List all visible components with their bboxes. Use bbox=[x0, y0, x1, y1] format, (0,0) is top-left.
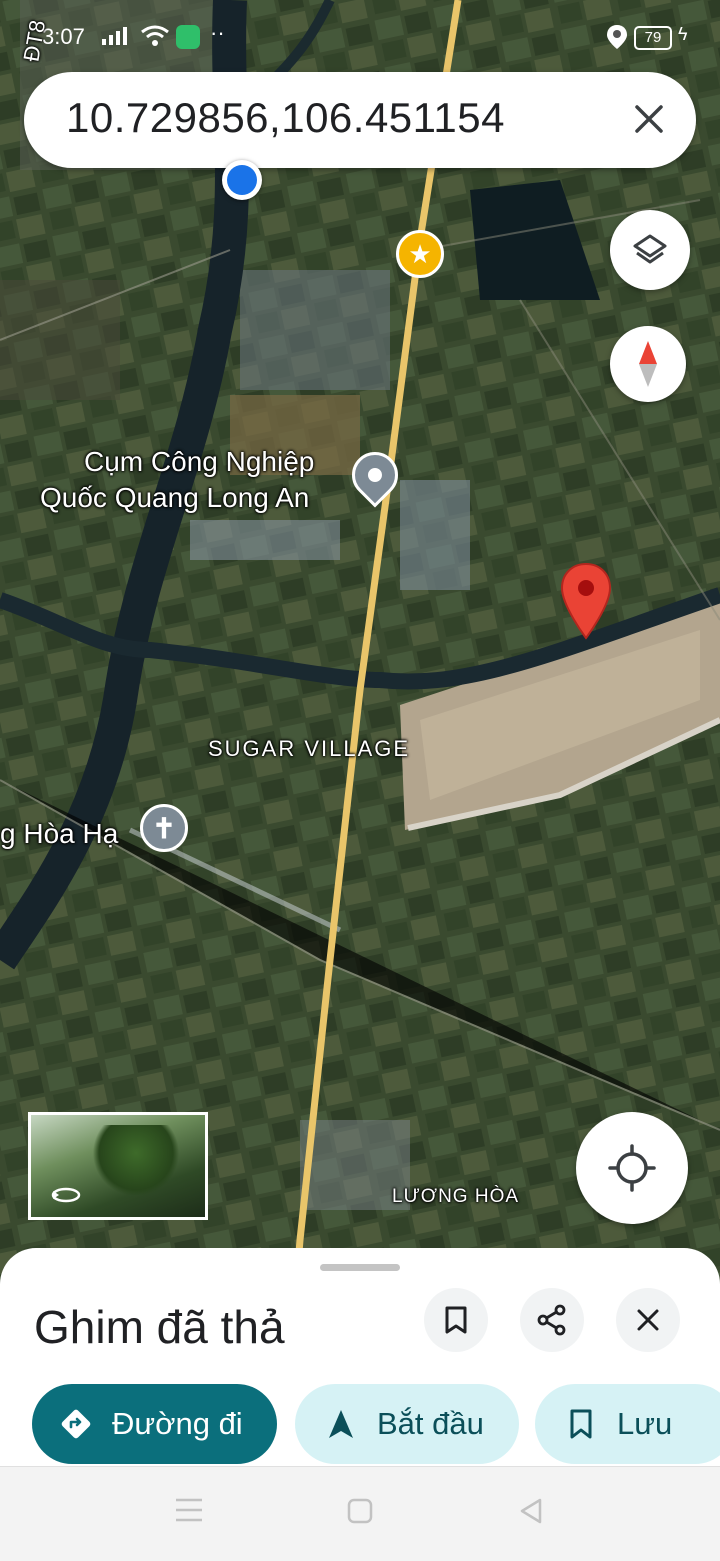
save-chip-button[interactable]: Lưu bbox=[535, 1384, 720, 1464]
search-bar[interactable]: 10.729856,106.451154 bbox=[24, 72, 696, 168]
wifi-icon bbox=[141, 25, 169, 46]
status-bar: 3:07 ·· 79 ϟ bbox=[0, 0, 720, 70]
navigation-arrow-icon bbox=[323, 1406, 359, 1442]
layers-icon bbox=[633, 234, 667, 264]
bookmark-outline-icon bbox=[445, 1306, 467, 1334]
compass-button[interactable] bbox=[610, 326, 686, 402]
church-icon[interactable]: ✝ bbox=[140, 804, 188, 852]
starred-place-icon[interactable]: ★ bbox=[396, 230, 444, 278]
bookmark-icon bbox=[563, 1406, 599, 1442]
home-icon[interactable] bbox=[346, 1497, 374, 1525]
crosshair-icon bbox=[608, 1144, 656, 1192]
clear-search-icon[interactable] bbox=[632, 102, 666, 136]
close-icon bbox=[637, 1309, 659, 1331]
map-imagery bbox=[0, 0, 720, 1290]
share-icon bbox=[537, 1304, 566, 1336]
area-label: SUGAR VILLAGE bbox=[208, 736, 411, 761]
start-label: Bắt đầu bbox=[377, 1406, 484, 1441]
recent-apps-icon[interactable] bbox=[174, 1497, 204, 1523]
dropped-pin-icon[interactable] bbox=[560, 562, 612, 640]
battery-icon: 79 bbox=[634, 26, 672, 50]
close-sheet-button[interactable] bbox=[616, 1288, 680, 1352]
directions-label: Đường đi bbox=[112, 1406, 243, 1441]
save-place-button[interactable] bbox=[424, 1288, 488, 1352]
sheet-title: Ghim đã thả bbox=[34, 1301, 285, 1353]
layers-button[interactable] bbox=[610, 210, 690, 290]
place-sheet[interactable]: Ghim đã thả Đường đi Bắt đầu Lưu bbox=[0, 1248, 720, 1468]
sheet-drag-handle[interactable] bbox=[320, 1264, 400, 1271]
system-navigation-bar bbox=[0, 1466, 720, 1561]
poi-label-line1: Cụm Công Nghiệp bbox=[84, 446, 315, 477]
current-location-dot bbox=[222, 160, 262, 200]
my-location-button[interactable] bbox=[576, 1112, 688, 1224]
back-icon[interactable] bbox=[518, 1497, 544, 1525]
save-label: Lưu bbox=[617, 1406, 673, 1441]
directions-button[interactable]: Đường đi bbox=[32, 1384, 277, 1464]
compass-icon bbox=[639, 341, 657, 387]
signal-icon bbox=[102, 27, 127, 45]
more-notifications-icon: ·· bbox=[210, 20, 225, 45]
charging-icon: ϟ bbox=[678, 24, 688, 44]
start-button[interactable]: Bắt đầu bbox=[295, 1384, 519, 1464]
district-label: LƯƠNG HÒA bbox=[392, 1186, 520, 1207]
directions-icon bbox=[58, 1406, 94, 1442]
satellite-map[interactable]: 3:07 ·· 79 ϟ ĐT8 10.729856,106.451154 ★ … bbox=[0, 0, 720, 1290]
street-view-thumbnail[interactable] bbox=[28, 1112, 208, 1220]
place-label: g Hòa Hạ bbox=[0, 818, 119, 849]
search-query[interactable]: 10.729856,106.451154 bbox=[66, 94, 505, 142]
360-view-icon bbox=[51, 1187, 81, 1203]
app-notification-icon bbox=[176, 25, 200, 49]
poi-label-line2: Quốc Quang Long An bbox=[40, 482, 310, 513]
location-status-icon bbox=[607, 25, 627, 49]
share-button[interactable] bbox=[520, 1288, 584, 1352]
